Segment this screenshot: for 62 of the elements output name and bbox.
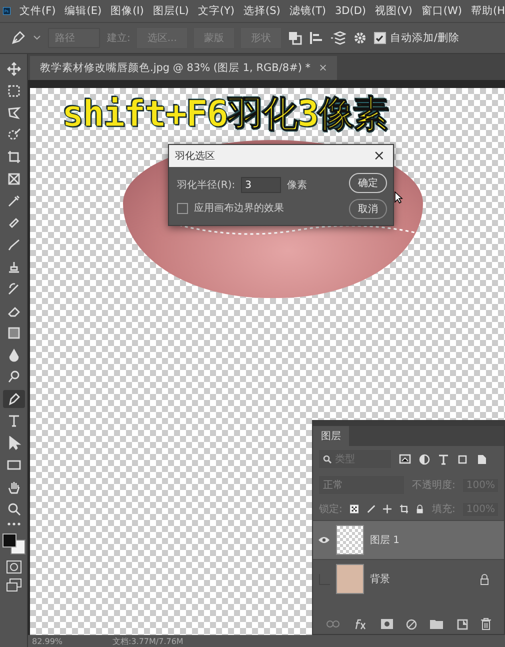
path-operations-icon[interactable] xyxy=(288,31,302,45)
image-filter-icon[interactable] xyxy=(399,454,411,464)
layer-row[interactable]: 背景 xyxy=(313,559,504,598)
menu-item[interactable]: 帮助(H xyxy=(471,4,505,18)
adjustment-layer-icon[interactable] xyxy=(406,618,417,630)
document-tab[interactable]: 教学素材修改嘴唇颜色.jpg @ 83% (图层 1, RGB/8#) * × xyxy=(30,56,338,80)
menu-item[interactable]: 滤镜(T) xyxy=(289,4,326,18)
lock-icon[interactable] xyxy=(416,504,424,514)
menu-item[interactable]: 编辑(E) xyxy=(64,4,102,18)
pen-tool-icon[interactable] xyxy=(10,30,26,46)
apply-canvas-bounds-checkbox[interactable] xyxy=(177,202,188,214)
close-button[interactable]: × xyxy=(371,148,387,164)
menu-item[interactable]: 选择(S) xyxy=(244,4,280,18)
crop-icon[interactable] xyxy=(400,504,408,514)
cancel-button[interactable]: 取消 xyxy=(349,199,387,219)
eye-icon[interactable] xyxy=(318,536,330,544)
brush-icon[interactable] xyxy=(366,504,376,514)
folder-icon[interactable] xyxy=(430,619,444,629)
menu-item[interactable]: 图像(I) xyxy=(110,4,144,18)
menu-item[interactable]: 3D(D) xyxy=(334,5,366,17)
new-layer-icon[interactable] xyxy=(456,618,468,630)
search-icon xyxy=(323,454,332,464)
menu-item[interactable]: 窗口(W) xyxy=(421,4,462,18)
adjustment-filter-icon[interactable] xyxy=(419,454,430,464)
auto-add-delete-label: 自动添加/删除 xyxy=(390,31,460,45)
menu-item[interactable]: 文字(Y) xyxy=(198,4,235,18)
layers-tab[interactable]: 图层 xyxy=(313,426,349,446)
layer-row[interactable]: 图层 1 xyxy=(313,520,504,559)
lock-pixels-icon[interactable] xyxy=(350,504,359,514)
dialog-title: 羽化选区 xyxy=(175,150,215,163)
align-icon[interactable] xyxy=(308,31,323,45)
menu-item[interactable]: 文件(F) xyxy=(20,4,56,18)
document-size: 文档:3.77M/7.76M xyxy=(112,636,184,646)
caption-text: shift+F6羽化3像素 xyxy=(62,93,388,137)
auto-add-delete-checkbox[interactable] xyxy=(374,32,386,44)
move-icon[interactable] xyxy=(383,504,392,514)
layer-thumbnail xyxy=(336,525,364,555)
pen-icon[interactable] xyxy=(2,390,24,408)
layer-name: 图层 1 xyxy=(370,534,401,547)
quick-mask-icon[interactable] xyxy=(6,560,22,574)
more-icon[interactable] xyxy=(6,522,20,526)
zoom-level: 82.99% xyxy=(32,636,63,646)
stack-icon[interactable] xyxy=(330,31,346,45)
shape-filter-icon[interactable] xyxy=(457,454,468,464)
radius-input[interactable]: 3 xyxy=(241,177,282,193)
settings-icon[interactable] xyxy=(352,31,367,45)
radius-label: 羽化半径(R): xyxy=(177,178,236,192)
caret-icon[interactable] xyxy=(33,35,41,41)
unit-label: 像素 xyxy=(287,178,308,192)
photo-placeholder xyxy=(336,564,364,594)
screen-mode-icon[interactable] xyxy=(6,578,22,592)
type-filter-icon[interactable] xyxy=(438,454,449,464)
smart-object-filter-icon[interactable] xyxy=(476,454,487,464)
mask-icon[interactable] xyxy=(380,619,393,629)
apply-canvas-bounds-label: 应用画布边界的效果 xyxy=(194,202,284,215)
ok-button[interactable]: 确定 xyxy=(349,173,387,193)
layer-name: 背景 xyxy=(370,572,391,586)
cursor-icon xyxy=(394,191,403,204)
menu-item[interactable]: 视图(V) xyxy=(375,4,412,18)
fx-icon[interactable] xyxy=(353,618,368,630)
trash-icon[interactable] xyxy=(481,618,492,630)
menu-item[interactable]: 图层(L) xyxy=(152,4,189,18)
